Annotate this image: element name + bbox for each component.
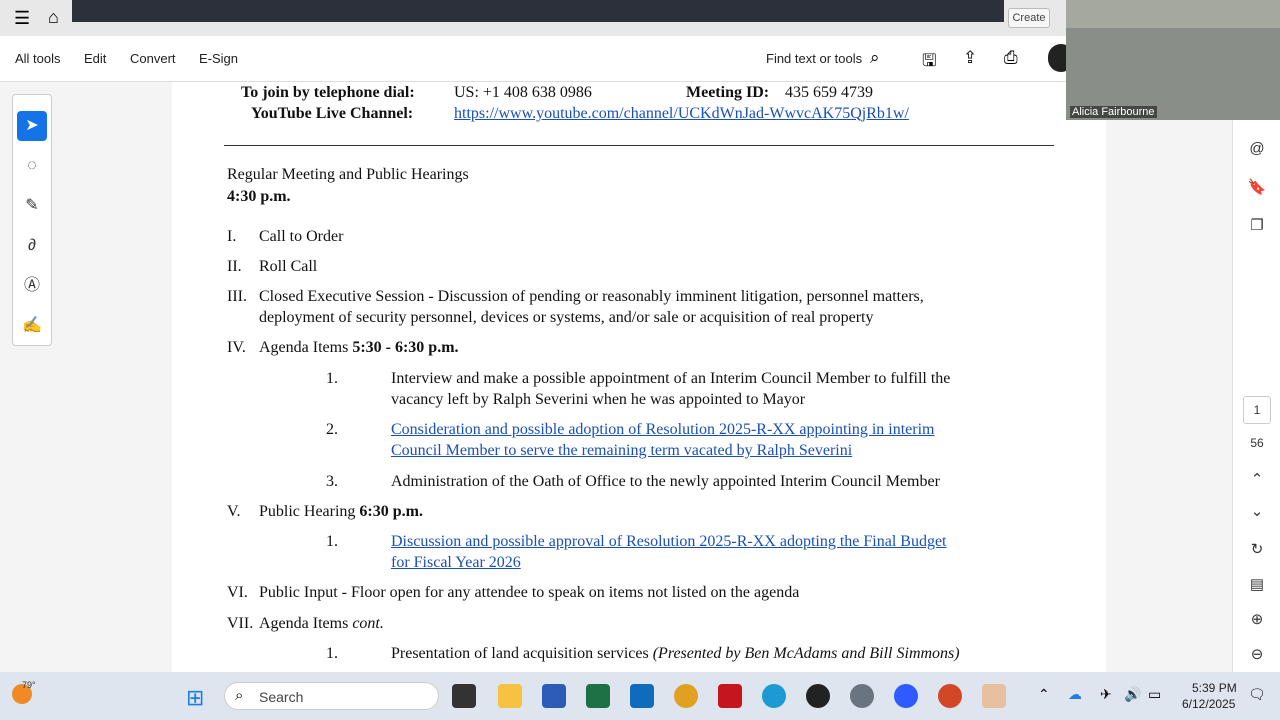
sub-text: vacancy left by Ralph Severini when he w… — [391, 391, 806, 408]
network-icon[interactable]: ✈ — [1100, 686, 1112, 703]
windows-start-icon[interactable]: ⊞ — [186, 685, 204, 711]
search-icon[interactable]: ⌕ — [870, 48, 880, 68]
sub-text: Interview and make a possible appointmen… — [391, 370, 951, 387]
sign-icon[interactable]: ✍ — [17, 311, 47, 341]
outlook-icon[interactable] — [630, 684, 654, 708]
fit-page-icon[interactable]: ▤ — [1247, 575, 1267, 593]
rotate-icon[interactable]: ↻ — [1247, 540, 1267, 558]
home-icon[interactable]: ⌂ — [48, 7, 59, 28]
snipping-tool-icon[interactable] — [982, 684, 1006, 708]
search-icon: ⌕ — [235, 687, 244, 704]
word-icon[interactable] — [542, 684, 566, 708]
right-panel: @ 🔖 ❐ 1 56 ⌃ ⌄ ↻ ▤ ⊕ ⊖ — [1232, 120, 1280, 672]
menu-edit[interactable]: Edit — [84, 51, 106, 66]
item-num: V. — [227, 503, 241, 520]
item-text: Public Hearing 6:30 p.m. — [259, 503, 423, 520]
sub-num: 1. — [326, 533, 338, 550]
draw-lasso-icon[interactable]: ∂ — [17, 231, 47, 261]
search-label: Search — [259, 689, 304, 705]
weather-temp: 79° — [22, 680, 36, 690]
excel-icon[interactable] — [586, 684, 610, 708]
item-num: III. — [227, 288, 247, 305]
text-select-icon[interactable]: Ⓐ — [17, 271, 47, 301]
budget-link[interactable]: for Fiscal Year 2026 — [391, 552, 521, 573]
menu-esign[interactable]: E-Sign — [199, 51, 238, 66]
comment-icon[interactable]: ◌ — [17, 151, 47, 181]
edge-icon[interactable] — [762, 684, 786, 708]
clock-time[interactable]: 5:39 PM — [1192, 681, 1237, 695]
item-text: Closed Executive Session - Discussion of… — [259, 288, 924, 305]
upload-cloud-icon[interactable]: ⇪ — [963, 48, 977, 68]
select-cursor-icon[interactable]: ➤ — [17, 111, 47, 141]
tools-panel: ➤ ◌ ✎ ∂ Ⓐ ✍ — [12, 94, 52, 346]
notification-icon[interactable]: 🗨 — [1248, 686, 1266, 703]
sub-num: 1. — [326, 645, 338, 662]
item-num: IV. — [227, 339, 246, 356]
chevron-up-icon[interactable]: ⌃ — [1247, 470, 1267, 488]
phone-label: To join by telephone dial: — [241, 84, 415, 101]
page-number-input[interactable]: 1 — [1243, 396, 1271, 424]
item-text: Roll Call — [259, 258, 318, 275]
video-feed: Alicia Fairbourne — [1066, 0, 1280, 120]
menu-all-tools[interactable]: All tools — [15, 51, 61, 66]
obs-icon[interactable] — [806, 684, 830, 708]
meeting-id: 435 659 4739 — [785, 84, 873, 101]
item-num: I. — [227, 228, 237, 245]
chrome-icon[interactable] — [674, 684, 698, 708]
create-button[interactable]: Create — [1008, 8, 1050, 28]
file-explorer-icon[interactable] — [498, 684, 522, 708]
save-icon[interactable]: 🖫 — [922, 48, 936, 77]
youtube-label: YouTube Live Channel: — [251, 105, 414, 122]
hamburger-menu-icon[interactable]: ☰ — [14, 8, 30, 29]
resolution-link[interactable]: Consideration and possible adoption of R… — [391, 419, 935, 440]
youtube-link[interactable]: https://www.youtube.com/channel/UCKdWnJa… — [454, 103, 909, 124]
print-icon[interactable]: ⎙ — [1004, 48, 1018, 68]
sub-num: 3. — [326, 473, 338, 490]
zoom-in-icon[interactable]: ⊕ — [1247, 610, 1267, 628]
divider — [224, 145, 1054, 146]
settings-icon[interactable] — [850, 684, 874, 708]
item-num: II. — [227, 258, 242, 275]
zoom-out-icon[interactable]: ⊖ — [1247, 645, 1267, 663]
page-total: 56 — [1250, 436, 1264, 450]
screen-share-bar — [72, 0, 1004, 22]
onedrive-icon[interactable]: ☁ — [1068, 686, 1082, 703]
video-thumbnail — [1066, 0, 1280, 28]
item-num: VI. — [227, 584, 248, 601]
meeting-time: 4:30 p.m. — [227, 188, 291, 205]
budget-link[interactable]: Discussion and possible approval of Reso… — [391, 531, 947, 552]
item-text: Call to Order — [259, 228, 344, 245]
sub-num: 2. — [326, 421, 338, 438]
chevron-up-icon[interactable]: ⌃ — [1038, 686, 1050, 703]
meeting-heading: Regular Meeting and Public Hearings — [227, 166, 469, 183]
acrobat-icon[interactable] — [718, 684, 742, 708]
sub-num: 1. — [326, 370, 338, 387]
item-num: VII. — [227, 615, 254, 632]
item-text: Agenda Items cont. — [259, 615, 384, 632]
highlight-pen-icon[interactable]: ✎ — [17, 191, 47, 221]
participant-name: Alicia Fairbourne — [1070, 106, 1157, 118]
meeting-id-label: Meeting ID: — [686, 84, 770, 101]
zoom-icon[interactable] — [894, 684, 918, 708]
item-text: Public Input - Floor open for any attend… — [259, 584, 800, 601]
menu-convert[interactable]: Convert — [130, 51, 176, 66]
item-text: Agenda Items 5:30 - 6:30 p.m. — [259, 339, 459, 356]
clock-date[interactable]: 6/12/2025 — [1182, 697, 1235, 711]
battery-icon[interactable]: ▭ — [1148, 686, 1161, 703]
comment-panel-icon[interactable]: @ — [1247, 140, 1267, 157]
sub-text: Administration of the Oath of Office to … — [391, 473, 940, 490]
resolution-link[interactable]: Council Member to serve the remaining te… — [391, 440, 852, 461]
task-view-icon[interactable] — [452, 684, 476, 708]
volume-icon[interactable]: 🔊 — [1124, 686, 1141, 703]
pages-icon[interactable]: ❐ — [1247, 216, 1267, 234]
item-text: deployment of security personnel, device… — [259, 309, 874, 326]
chevron-down-icon[interactable]: ⌄ — [1247, 502, 1267, 520]
search-box[interactable]: ⌕ Search — [224, 682, 439, 710]
phone-number: US: +1 408 638 0986 — [454, 84, 592, 101]
powerpoint-icon[interactable] — [938, 684, 962, 708]
find-text-button[interactable]: Find text or tools — [766, 51, 862, 66]
sub-text: Presentation of land acquisition service… — [391, 645, 960, 662]
bookmark-icon[interactable]: 🔖 — [1247, 178, 1267, 196]
